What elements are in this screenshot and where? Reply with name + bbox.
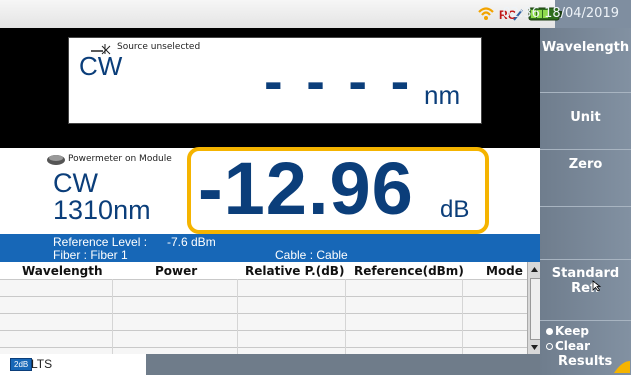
col-mode: Mode	[486, 264, 523, 278]
clear-radio-icon	[546, 343, 553, 350]
keep-option: Keep	[546, 324, 589, 338]
source-unit: nm	[424, 80, 461, 110]
col-power: Power	[155, 264, 198, 278]
wifi-icon	[478, 7, 494, 20]
table-row[interactable]	[0, 330, 527, 331]
footer-bar	[146, 354, 540, 375]
footer-left: 2dB LTS	[0, 354, 146, 375]
cable-label: Cable : Cable	[275, 248, 348, 262]
source-status: Source unselected	[117, 42, 201, 52]
table-row[interactable]	[0, 313, 527, 314]
blank-button[interactable]	[540, 207, 631, 260]
standard-ref-line1: Standard	[551, 266, 620, 281]
results-table-header: Wavelength Power Relative P.(dB) Referen…	[0, 262, 527, 279]
module-icon	[47, 155, 65, 165]
cursor-icon	[592, 280, 602, 292]
table-row[interactable]	[0, 279, 527, 280]
col-relative-power: Relative P.(dB)	[245, 264, 345, 278]
source-value: - - - -	[264, 49, 414, 112]
fiber-label: Fiber : Fiber 1	[53, 248, 128, 262]
clear-label: Clear	[555, 339, 591, 353]
table-row[interactable]	[0, 347, 527, 348]
col-divider	[112, 279, 113, 354]
col-divider	[237, 279, 238, 354]
col-divider	[345, 279, 346, 354]
source-display: Source unselected CW - - - - nm	[68, 37, 482, 124]
side-menu: Wavelength Unit Zero Standard Ref. Keep …	[540, 28, 631, 375]
standard-ref-line2: Ref.	[571, 281, 600, 296]
powermeter-unit: dB	[440, 196, 470, 223]
wavelength-button[interactable]: Wavelength	[540, 28, 631, 93]
reference-level-label: Reference Level :	[53, 235, 148, 249]
keep-clear-results-button[interactable]: Keep Clear Results	[540, 321, 631, 375]
col-divider	[462, 279, 463, 354]
powermeter-reading: -12.96	[198, 147, 414, 230]
footer-label: LTS	[31, 357, 53, 371]
clear-option: Clear	[546, 339, 590, 353]
col-reference: Reference(dBm)	[354, 264, 464, 278]
unit-button[interactable]: Unit	[540, 93, 631, 150]
col-wavelength: Wavelength	[22, 264, 103, 278]
keep-radio-icon	[546, 328, 553, 335]
table-scrollbar[interactable]	[527, 262, 541, 354]
footer-badge: 2dB	[10, 358, 33, 371]
status-time: 02:36 18/04/2019	[502, 6, 619, 21]
powermeter-wavelength: 1310nm	[53, 195, 151, 225]
reference-level-value: -7.6 dBm	[167, 235, 216, 249]
standard-ref-button[interactable]: Standard Ref.	[540, 260, 631, 321]
zero-button[interactable]: Zero	[540, 150, 631, 207]
source-mode: CW	[79, 51, 123, 81]
corner-indicator-icon	[614, 361, 630, 373]
keep-label: Keep	[555, 324, 589, 338]
powermeter-label: Powermeter on Module	[68, 154, 172, 164]
table-row[interactable]	[0, 296, 527, 297]
results-label: Results	[558, 354, 613, 369]
